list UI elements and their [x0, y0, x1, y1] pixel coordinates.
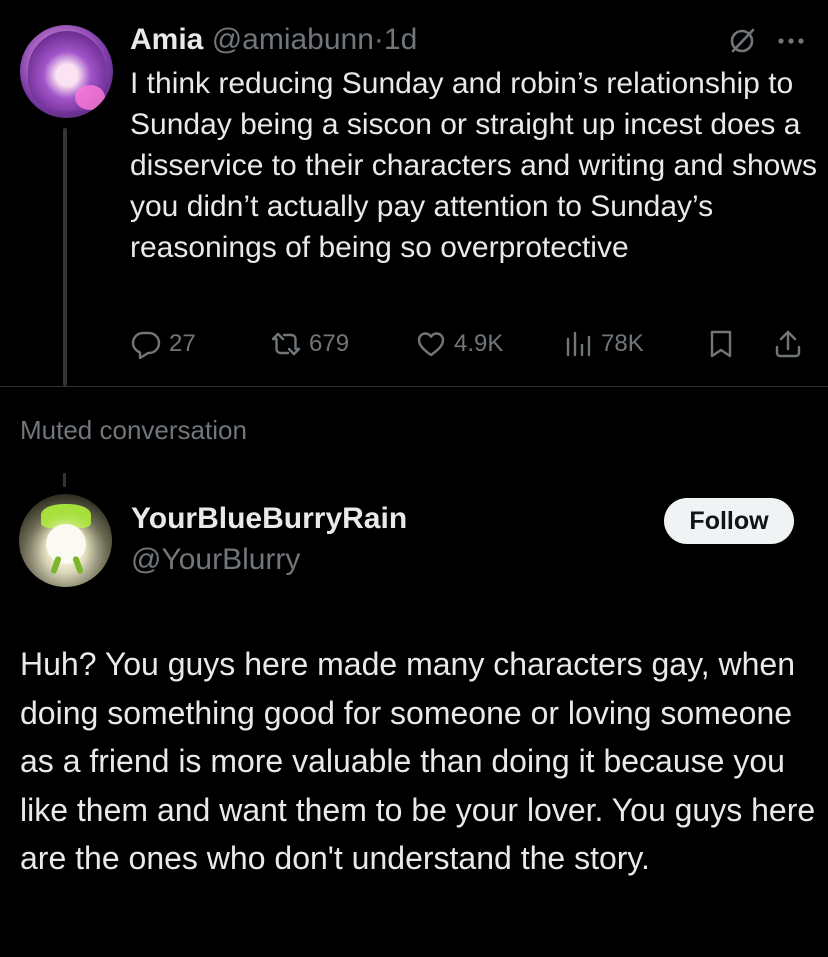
share-icon — [775, 330, 801, 358]
muted-conversation-label[interactable]: Muted conversation — [20, 415, 247, 446]
tweet2-author-name[interactable]: YourBlueBurryRain — [131, 502, 407, 536]
tweet2-text: Huh? You guys here made many characters … — [20, 646, 816, 876]
separator-dot: · — [373, 23, 384, 56]
avatar-art-body — [46, 524, 86, 564]
tweet2-author-handle[interactable]: @YourBlurry — [131, 543, 300, 577]
grok-icon[interactable] — [727, 26, 757, 56]
amia-avatar[interactable] — [20, 25, 113, 118]
timeline: Amia @amiabunn·1d I think reducing Sunda… — [0, 0, 828, 957]
more-icon[interactable] — [775, 26, 807, 56]
follow-button[interactable]: Follow — [664, 498, 794, 544]
like-button[interactable]: 4.9K — [416, 326, 503, 362]
like-count: 4.9K — [454, 330, 504, 357]
repost-icon — [271, 332, 301, 356]
reply-count: 27 — [169, 330, 196, 357]
tweet1-author-handle[interactable]: @amiabunn — [212, 23, 374, 56]
like-icon — [417, 332, 445, 357]
views-button[interactable]: 78K — [563, 326, 644, 362]
tweet1-header: Amia @amiabunn·1d — [130, 20, 417, 60]
reply-button[interactable]: 27 — [131, 326, 196, 362]
bookmark-icon — [710, 330, 732, 358]
tweet1-text: I think reducing Sunday and robin’s rela… — [130, 67, 817, 264]
share-button[interactable] — [773, 326, 811, 362]
repost-button[interactable]: 679 — [271, 326, 349, 362]
avatar-art-leg — [72, 555, 84, 575]
tweet1-timestamp[interactable]: 1d — [384, 23, 417, 56]
avatar-glow — [75, 85, 105, 110]
repost-count: 679 — [309, 330, 350, 357]
divider — [0, 386, 828, 387]
tweet1-action-bar: 27 679 4.9K 78K — [0, 326, 828, 362]
bookmark-button[interactable] — [706, 326, 744, 362]
reply-icon — [131, 331, 161, 359]
yourblueburryrain-avatar[interactable] — [19, 494, 112, 587]
views-icon — [566, 331, 591, 357]
tweet1-author-name[interactable]: Amia — [130, 23, 203, 56]
views-count: 78K — [601, 330, 644, 357]
thread-line-stub — [63, 473, 66, 487]
